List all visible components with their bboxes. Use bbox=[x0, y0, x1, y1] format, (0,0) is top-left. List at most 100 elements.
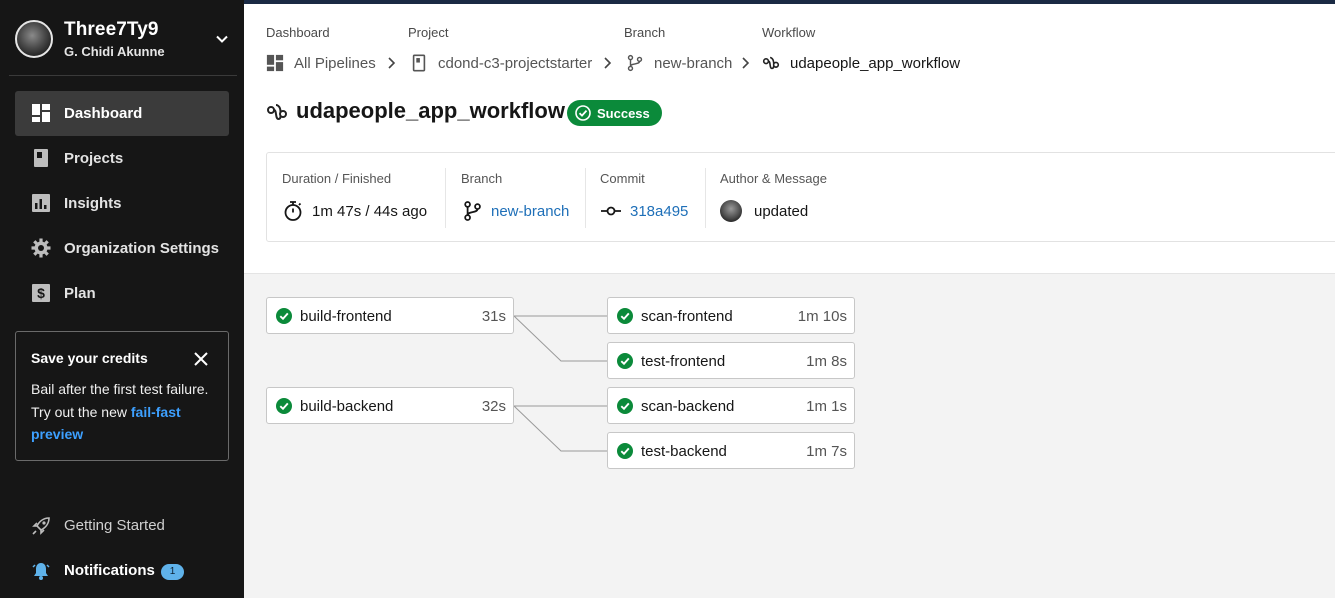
notification-count-badge: 1 bbox=[161, 564, 184, 580]
commit-icon bbox=[601, 206, 621, 216]
meta-divider bbox=[445, 168, 446, 228]
breadcrumb-all-pipelines-label: All Pipelines bbox=[294, 54, 376, 72]
check-circle-icon bbox=[575, 105, 591, 121]
job-scan-backend[interactable]: scan-backend 1m 1s bbox=[607, 387, 855, 424]
job-duration: 32s bbox=[481, 398, 506, 415]
job-name: build-backend bbox=[300, 398, 394, 415]
sidebar-item-dashboard[interactable]: Dashboard bbox=[15, 91, 229, 136]
sidebar-divider bbox=[9, 75, 237, 76]
commit-value: 318a495 bbox=[600, 200, 688, 222]
branch-value: new-branch bbox=[461, 200, 569, 222]
branch-label: Branch bbox=[461, 171, 503, 186]
svg-text:$: $ bbox=[37, 285, 45, 301]
breadcrumb-label-dashboard: Dashboard bbox=[266, 25, 330, 40]
workflow-meta-card: Duration / Finished 1m 47s / 44s ago Bra… bbox=[266, 152, 1335, 242]
avatar bbox=[720, 200, 742, 222]
commit-label: Commit bbox=[600, 171, 645, 186]
check-circle-icon bbox=[617, 308, 633, 324]
check-circle-icon bbox=[276, 308, 292, 324]
breadcrumb-project-label: cdond-c3-projectstarter bbox=[438, 54, 593, 72]
chevron-right-icon bbox=[388, 57, 396, 69]
breadcrumb-branch[interactable]: new-branch bbox=[626, 52, 732, 74]
job-name: build-frontend bbox=[300, 308, 392, 325]
job-test-frontend[interactable]: test-frontend 1m 8s bbox=[607, 342, 855, 379]
duration-label: Duration / Finished bbox=[282, 171, 392, 186]
commit-message: updated bbox=[754, 202, 809, 220]
job-test-backend[interactable]: test-backend 1m 7s bbox=[607, 432, 855, 469]
avatar bbox=[15, 20, 53, 58]
job-duration: 1m 10s bbox=[797, 308, 847, 325]
org-switcher[interactable]: Three7Ty9 G. Chidi Akunne bbox=[15, 19, 237, 59]
commit-link[interactable]: 318a495 bbox=[630, 203, 688, 220]
rocket-icon bbox=[32, 517, 50, 535]
sidebar-item-getting-started[interactable]: Getting Started bbox=[15, 511, 229, 541]
stopwatch-icon bbox=[284, 201, 302, 221]
job-build-frontend[interactable]: build-frontend 31s bbox=[266, 297, 514, 334]
status-badge: Success bbox=[567, 100, 662, 126]
dashboard-icon bbox=[32, 104, 50, 122]
breadcrumb-label-branch: Branch bbox=[624, 25, 666, 40]
credits-title: Save your credits bbox=[31, 350, 148, 366]
breadcrumb-workflow-label: udapeople_app_workflow bbox=[790, 54, 961, 72]
job-duration: 1m 7s bbox=[806, 443, 847, 460]
sidebar-item-label: Organization Settings bbox=[64, 240, 220, 257]
sidebar-item-plan[interactable]: $ Plan bbox=[15, 271, 229, 316]
job-name: scan-frontend bbox=[641, 308, 733, 325]
workflow-graph: build-frontend 31s build-backend 32s sca… bbox=[244, 273, 1335, 598]
getting-started-label: Getting Started bbox=[64, 517, 165, 534]
job-duration: 31s bbox=[481, 308, 506, 325]
breadcrumb-label-project: Project bbox=[408, 25, 449, 40]
chevron-down-icon[interactable] bbox=[214, 31, 230, 47]
sidebar-item-insights[interactable]: Insights bbox=[15, 181, 229, 226]
save-credits-card: Save your credits Bail after the first t… bbox=[15, 331, 229, 461]
meta-divider bbox=[585, 168, 586, 228]
duration-value: 1m 47s / 44s ago bbox=[282, 200, 427, 222]
job-duration: 1m 8s bbox=[806, 353, 847, 370]
job-duration: 1m 1s bbox=[806, 398, 847, 415]
sidebar-item-label: Insights bbox=[64, 195, 122, 212]
sidebar-item-projects[interactable]: Projects bbox=[15, 136, 229, 181]
user-name: G. Chidi Akunne bbox=[64, 44, 165, 59]
chevron-right-icon bbox=[742, 57, 750, 69]
dollar-icon: $ bbox=[32, 284, 50, 302]
job-name: scan-backend bbox=[641, 398, 735, 415]
duration-text: 1m 47s / 44s ago bbox=[312, 202, 428, 220]
notifications-label: Notifications bbox=[64, 562, 155, 579]
job-build-backend[interactable]: build-backend 32s bbox=[266, 387, 514, 424]
sidebar-item-label: Projects bbox=[64, 150, 124, 167]
pipelines-icon bbox=[266, 54, 284, 72]
gear-icon bbox=[31, 238, 51, 258]
sidebar-item-label: Plan bbox=[64, 285, 96, 302]
check-circle-icon bbox=[617, 398, 633, 414]
author-label: Author & Message bbox=[720, 171, 827, 186]
status-label: Success bbox=[597, 105, 650, 121]
branch-icon bbox=[627, 54, 643, 72]
workflow-icon bbox=[762, 56, 780, 70]
branch-icon bbox=[464, 201, 481, 221]
sidebar: Three7Ty9 G. Chidi Akunne Dashboard Proj… bbox=[0, 0, 244, 598]
check-circle-icon bbox=[617, 443, 633, 459]
credits-text: Bail after the first test failure. Try o… bbox=[31, 381, 209, 420]
chevron-right-icon bbox=[604, 57, 612, 69]
breadcrumb-workflow: udapeople_app_workflow bbox=[762, 52, 960, 74]
author-value: updated bbox=[720, 200, 808, 222]
book-icon bbox=[34, 149, 48, 167]
breadcrumb-project[interactable]: cdond-c3-projectstarter bbox=[410, 52, 592, 74]
job-scan-frontend[interactable]: scan-frontend 1m 10s bbox=[607, 297, 855, 334]
breadcrumb-all-pipelines[interactable]: All Pipelines bbox=[266, 52, 376, 74]
job-name: test-frontend bbox=[641, 353, 726, 370]
chart-icon bbox=[32, 194, 50, 212]
check-circle-icon bbox=[617, 353, 633, 369]
credits-body: Bail after the first test failure. Try o… bbox=[31, 378, 217, 446]
check-circle-icon bbox=[276, 398, 292, 414]
bell-icon bbox=[32, 563, 50, 580]
meta-divider bbox=[705, 168, 706, 228]
close-icon[interactable] bbox=[193, 351, 209, 367]
workflow-icon bbox=[267, 104, 287, 121]
sidebar-item-organization-settings[interactable]: Organization Settings bbox=[15, 226, 229, 271]
sidebar-item-label: Dashboard bbox=[64, 105, 143, 122]
book-icon bbox=[412, 54, 426, 72]
branch-link[interactable]: new-branch bbox=[491, 203, 569, 220]
main-content: Dashboard Project Branch Workflow All Pi… bbox=[244, 4, 1335, 598]
sidebar-item-notifications[interactable]: Notifications 1 bbox=[15, 556, 229, 586]
